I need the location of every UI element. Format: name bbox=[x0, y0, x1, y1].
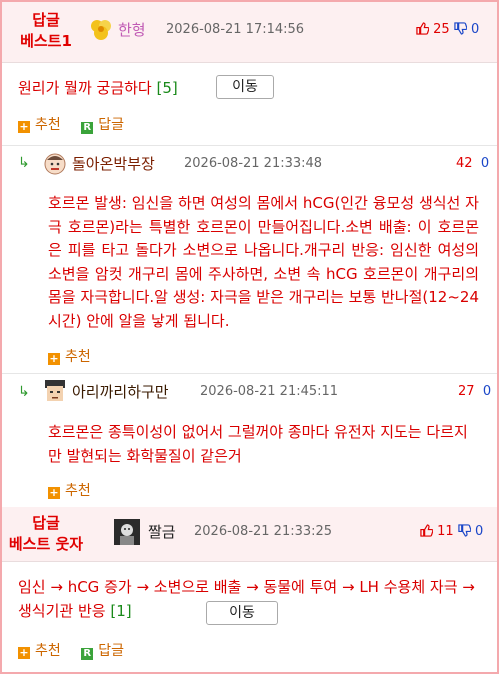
reply-button[interactable]: R 답글 bbox=[65, 643, 124, 660]
reply-arrow-icon: ↳ bbox=[18, 384, 30, 400]
upvote-count: 42 bbox=[456, 156, 473, 171]
user-nickname[interactable]: 한형 bbox=[118, 19, 146, 40]
user-nickname[interactable]: 짤금 bbox=[148, 521, 176, 542]
thumb-up-icon[interactable] bbox=[416, 22, 430, 39]
recommend-button[interactable]: + 추천 bbox=[18, 643, 61, 659]
comment-actions: + 추천 bbox=[48, 480, 91, 500]
thumb-down-icon[interactable] bbox=[454, 22, 468, 39]
comment-date: 2026-08-21 17:14:56 bbox=[166, 22, 305, 37]
vote-counts: 27 0 bbox=[458, 384, 491, 399]
downvote-count: 0 bbox=[482, 384, 492, 399]
recommend-button[interactable]: + 추천 bbox=[48, 483, 91, 499]
r-reply-icon: R bbox=[81, 122, 94, 134]
user-avatar[interactable] bbox=[42, 150, 68, 176]
move-button[interactable]: 이동 bbox=[216, 75, 274, 99]
comment-body: 호르몬 발생: 임신을 하면 여성의 몸에서 hCG(인간 융모성 생식선 자극… bbox=[48, 194, 479, 330]
user-nickname[interactable]: 돌아온박부장 bbox=[72, 153, 155, 174]
thumb-up-icon[interactable] bbox=[420, 524, 434, 541]
recommend-button[interactable]: + 추천 bbox=[48, 349, 91, 365]
user-avatar[interactable] bbox=[42, 378, 68, 404]
user-nickname[interactable]: 아리까리하구만 bbox=[72, 381, 169, 402]
user-avatar[interactable] bbox=[88, 16, 114, 42]
vote-counts: 25 0 bbox=[416, 22, 479, 39]
divider bbox=[2, 145, 497, 146]
badge-line2: 베스트1 bbox=[20, 32, 72, 50]
reply-arrow-icon: ↳ bbox=[18, 155, 30, 171]
thumb-down-icon[interactable] bbox=[458, 524, 472, 541]
vote-counts: 11 0 bbox=[420, 524, 483, 541]
comment-date: 2026-08-21 21:45:11 bbox=[200, 384, 339, 399]
move-button[interactable]: 이동 bbox=[206, 601, 278, 625]
reply-count: [1] bbox=[110, 601, 132, 620]
comment-actions: + 추천 R 답글 bbox=[18, 640, 124, 660]
divider bbox=[2, 373, 497, 374]
upvote-count: 27 bbox=[458, 384, 475, 399]
comment-date: 2026-08-21 21:33:48 bbox=[184, 156, 323, 171]
badge-line2: 베스트 웃자 bbox=[8, 535, 84, 553]
reply-button[interactable]: R 답글 bbox=[65, 117, 124, 134]
comment-date: 2026-08-21 21:33:25 bbox=[194, 524, 333, 539]
r-reply-icon: R bbox=[81, 648, 94, 660]
plus-icon: + bbox=[18, 646, 30, 659]
upvote-count: 25 bbox=[433, 22, 450, 37]
plus-icon: + bbox=[48, 352, 60, 365]
downvote-count: 0 bbox=[470, 22, 480, 37]
downvote-count: 0 bbox=[480, 156, 490, 171]
plus-icon: + bbox=[48, 486, 60, 499]
user-avatar[interactable] bbox=[114, 519, 140, 545]
upvote-count: 11 bbox=[437, 524, 454, 539]
recommend-button[interactable]: + 추천 bbox=[18, 117, 61, 133]
best-badge: 답글 베스트1 bbox=[6, 10, 86, 52]
plus-icon: + bbox=[18, 120, 30, 133]
comment-actions: + 추천 R 답글 bbox=[18, 114, 124, 134]
best-comment-header: 답글 베스트1 한형 2026-08-21 17:14:56 25 0 bbox=[2, 2, 497, 63]
reply-count: [5] bbox=[156, 79, 178, 97]
downvote-count: 0 bbox=[474, 524, 484, 539]
comment-panel bbox=[0, 0, 499, 674]
badge-line1: 답글 bbox=[32, 11, 60, 29]
comment-body: 호르몬은 종특이성이 없어서 그럴꺼야 종마다 유전자 지도는 다르지만 발현되… bbox=[48, 423, 468, 465]
badge-line1: 답글 bbox=[32, 514, 60, 532]
best-comment-header: 답글 베스트 웃자 짤금 2026-08-21 21:33:25 11 0 bbox=[2, 507, 497, 562]
best-badge: 답글 베스트 웃자 bbox=[6, 513, 86, 555]
comment-actions: + 추천 bbox=[48, 346, 91, 366]
vote-counts: 42 0 bbox=[456, 156, 489, 171]
